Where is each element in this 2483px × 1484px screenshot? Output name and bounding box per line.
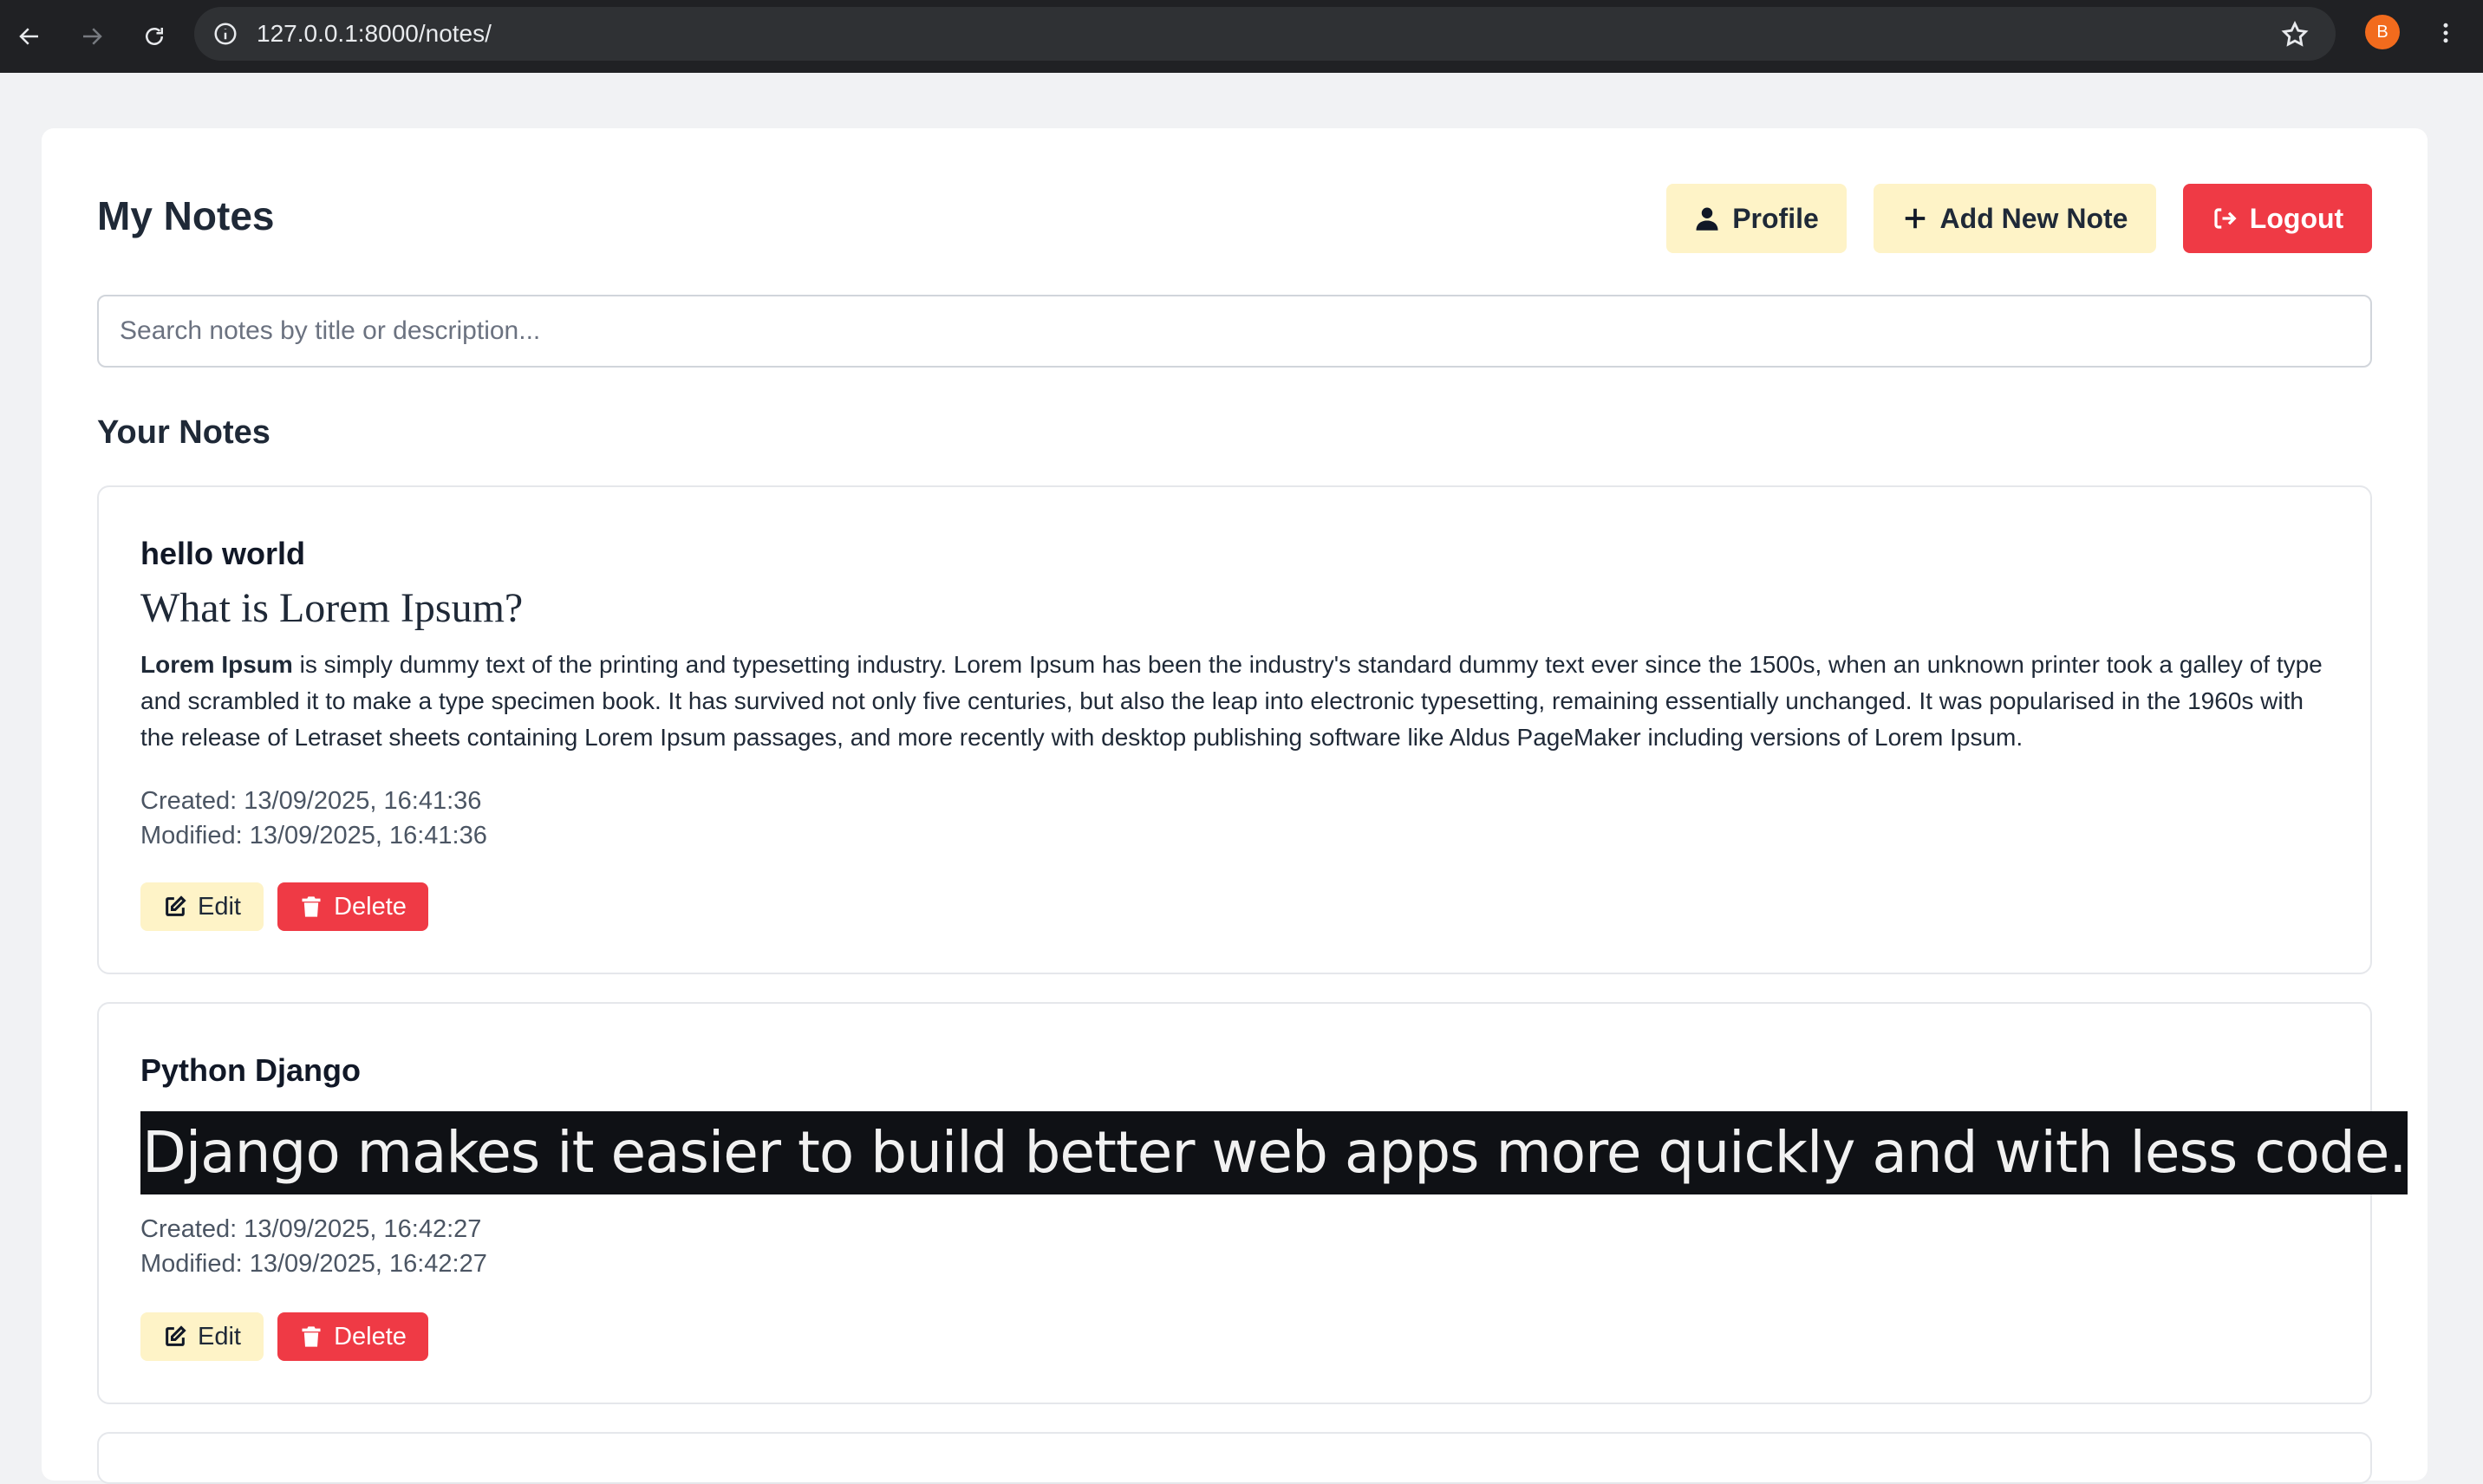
site-info-icon[interactable] — [212, 20, 239, 48]
search-input[interactable] — [97, 295, 2372, 368]
address-bar[interactable]: 127.0.0.1:8000/notes/ — [194, 7, 2336, 61]
forward-arrow-icon[interactable] — [73, 17, 111, 55]
trash-icon — [302, 1326, 321, 1347]
user-icon — [1696, 207, 1718, 231]
delete-button[interactable]: Delete — [277, 1312, 428, 1361]
note-card: Python Django Django makes it easier to … — [97, 1002, 2408, 1404]
note-content-highlight: Django makes it easier to build better w… — [140, 1111, 2408, 1194]
note-content-heading: What is Lorem Ipsum? — [140, 585, 524, 631]
more-menu-icon[interactable] — [2433, 16, 2459, 50]
add-note-button-label: Add New Note — [1939, 202, 2128, 234]
add-note-button[interactable]: Add New Note — [1874, 184, 2156, 253]
section-title: Your Notes — [97, 414, 270, 451]
edit-button[interactable]: Edit — [140, 1312, 264, 1361]
profile-avatar[interactable]: B — [2365, 15, 2400, 49]
edit-icon — [166, 895, 186, 916]
note-card: hello world What is Lorem Ipsum? Lorem I… — [97, 485, 2372, 974]
profile-button-label: Profile — [1732, 202, 1819, 234]
logout-button[interactable]: Logout — [2183, 184, 2372, 253]
trash-icon — [302, 896, 321, 917]
logout-icon — [2214, 208, 2237, 229]
bookmark-star-icon[interactable] — [2280, 20, 2310, 49]
logout-button-label: Logout — [2249, 202, 2344, 234]
back-arrow-icon[interactable] — [10, 17, 49, 55]
edit-button-label: Edit — [198, 892, 241, 921]
note-content-bold: Lorem Ipsum — [140, 651, 293, 678]
note-card — [97, 1432, 2372, 1484]
plus-icon — [1905, 208, 1925, 229]
note-title: Python Django — [140, 1052, 361, 1088]
delete-button-label: Delete — [334, 892, 407, 921]
url-text[interactable]: 127.0.0.1:8000/notes/ — [257, 20, 492, 48]
reload-icon[interactable] — [135, 17, 173, 55]
note-modified: Modified: 13/09/2025, 16:42:27 — [140, 1250, 487, 1278]
delete-button[interactable]: Delete — [277, 882, 428, 931]
note-title: hello world — [140, 536, 306, 571]
browser-toolbar: 127.0.0.1:8000/notes/ B — [0, 0, 2483, 73]
profile-button[interactable]: Profile — [1666, 184, 1847, 253]
edit-button-label: Edit — [198, 1322, 241, 1351]
note-modified: Modified: 13/09/2025, 16:41:36 — [140, 822, 487, 849]
note-created: Created: 13/09/2025, 16:41:36 — [140, 787, 482, 815]
delete-button-label: Delete — [334, 1322, 407, 1351]
note-created: Created: 13/09/2025, 16:42:27 — [140, 1215, 482, 1243]
page-title: My Notes — [97, 193, 275, 238]
edit-button[interactable]: Edit — [140, 882, 264, 931]
note-content-text: is simply dummy text of the printing and… — [140, 651, 2323, 751]
edit-icon — [166, 1325, 186, 1346]
note-content-paragraph: Lorem Ipsum is simply dummy text of the … — [140, 647, 2343, 756]
